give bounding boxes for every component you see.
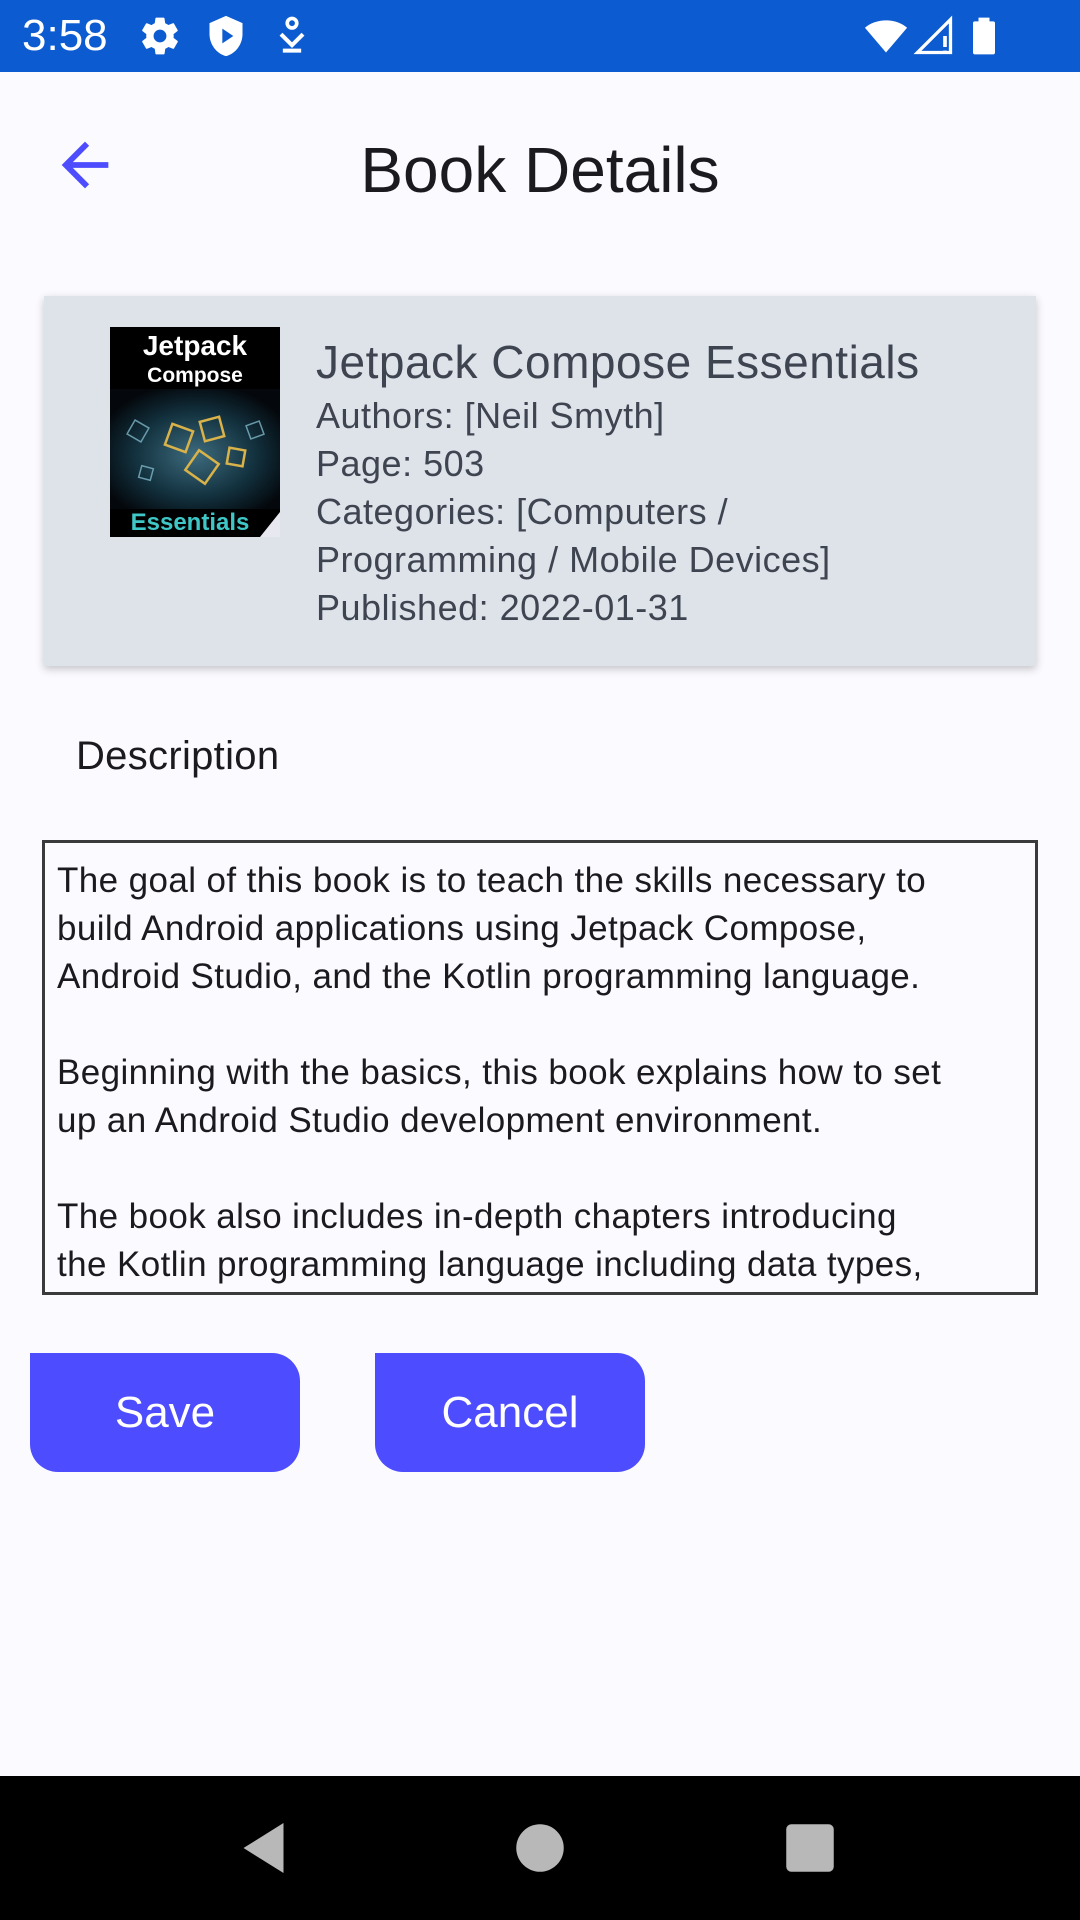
navigation-bar	[0, 1776, 1080, 1920]
page-title: Book Details	[360, 134, 720, 206]
battery-icon	[962, 14, 1006, 58]
cover-title-line3: Essentials	[131, 509, 250, 536]
book-info: Jetpack Compose Essentials Authors: [Nei…	[316, 334, 1016, 632]
book-categories-line1: Categories: [Computers /	[316, 491, 729, 532]
book-pages: Page: 503	[316, 443, 485, 484]
back-triangle-icon[interactable]	[236, 1818, 296, 1878]
description-field[interactable]: The goal of this book is to teach the sk…	[42, 840, 1038, 1295]
book-cover-image: Jetpack Compose Essentials	[110, 327, 280, 537]
save-button[interactable]: Save	[30, 1353, 300, 1472]
book-authors: Authors: [Neil Smyth]	[316, 395, 665, 436]
gear-icon	[138, 14, 182, 58]
description-text: The goal of this book is to teach the sk…	[57, 861, 942, 1284]
book-card: Jetpack Compose Essentials Jetpack Compo…	[44, 296, 1036, 666]
cover-title-line2: Compose	[147, 364, 243, 387]
recents-square-icon[interactable]	[780, 1818, 840, 1878]
cancel-button[interactable]: Cancel	[375, 1353, 645, 1472]
wifi-icon	[862, 14, 910, 58]
home-circle-icon[interactable]	[510, 1818, 570, 1878]
status-bar: 3:58	[0, 0, 1080, 72]
book-title: Jetpack Compose Essentials	[316, 336, 920, 388]
download-icon	[270, 14, 314, 58]
book-published: Published: 2022-01-31	[316, 587, 689, 628]
play-protect-icon	[204, 14, 248, 58]
cover-title-line1: Jetpack	[143, 330, 248, 361]
description-label: Description	[76, 734, 280, 778]
status-time: 3:58	[22, 11, 108, 60]
book-categories-line2: Programming / Mobile Devices]	[316, 539, 831, 580]
signal-icon	[912, 14, 956, 58]
